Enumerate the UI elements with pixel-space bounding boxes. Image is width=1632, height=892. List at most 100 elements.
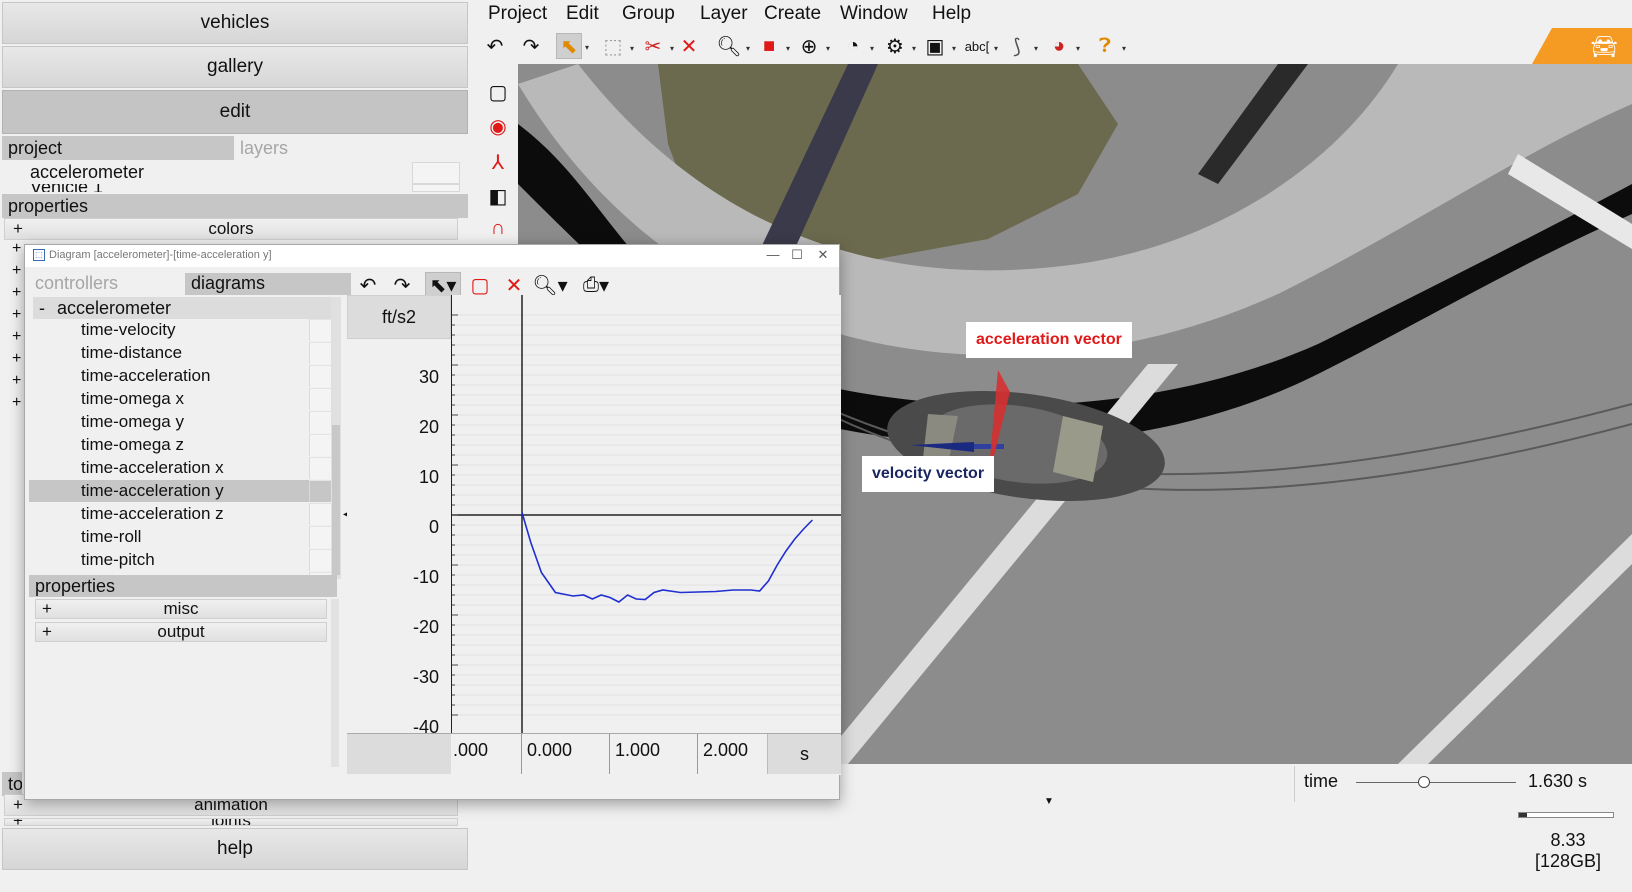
tree-item[interactable]: time-acceleration [29, 365, 331, 387]
tree-scrollbar[interactable] [331, 297, 341, 579]
select-arrow-icon[interactable]: ⬉ ▾ [556, 33, 589, 59]
colors-row[interactable]: + colors [4, 218, 458, 240]
time-slider-track[interactable] [1356, 782, 1516, 783]
maximize-icon[interactable]: ☐ [785, 247, 809, 263]
tree-item[interactable]: time-roll [29, 526, 331, 548]
help-button[interactable]: help [2, 828, 468, 870]
magnet-icon[interactable]: ∩ [484, 214, 512, 242]
tab-diagrams[interactable]: diagrams [185, 273, 351, 295]
gallery-button[interactable]: gallery [2, 46, 468, 88]
app-window-icon: ⬚ [33, 249, 45, 261]
expand-plus[interactable]: + [12, 328, 21, 346]
tree-item-cell[interactable] [309, 526, 331, 548]
diagram-titlebar[interactable]: ⬚ Diagram [accelerometer]-[time-accelera… [25, 245, 839, 267]
axes-icon[interactable]: ⅄ [484, 148, 512, 176]
tree-item[interactable]: time-distance [29, 342, 331, 364]
project-item-toggle[interactable] [412, 162, 460, 184]
cube-icon[interactable]: ■ ▾ [756, 33, 790, 59]
tree-item[interactable]: time-pitch [29, 549, 331, 571]
expand-plus[interactable]: + [12, 306, 21, 324]
tab-layers[interactable]: layers [234, 136, 288, 160]
menu-create[interactable]: Create [764, 3, 821, 25]
project-item-vehicle[interactable]: Vehicle 1 [30, 184, 103, 192]
vehicles-button[interactable]: vehicles [2, 2, 468, 44]
expand-plus[interactable]: + [12, 394, 21, 412]
tree-item[interactable]: time-acceleration z [29, 503, 331, 525]
split-view-icon[interactable]: ◧ [484, 182, 512, 210]
gauge-icon[interactable]: ◔ ▾ [840, 33, 874, 59]
plot-area[interactable] [451, 295, 841, 733]
target-icon[interactable]: ◉ [484, 112, 512, 140]
diagram-title: Diagram [accelerometer]-[time-accelerati… [49, 249, 272, 261]
rectangle-select-icon[interactable]: ⬚ ▾ [600, 33, 634, 59]
expand-plus[interactable]: + [12, 350, 21, 368]
tree-item[interactable]: time-omega x [29, 388, 331, 410]
output-row[interactable]: + output [35, 622, 327, 642]
tree-root[interactable]: - accelerometer [33, 297, 331, 319]
diagram-tabs: controllers diagrams [29, 273, 351, 295]
y-tick-label: 20 [418, 417, 439, 437]
properties-scrollbar[interactable] [331, 599, 339, 767]
panel-icon[interactable]: ▣ ▾ [922, 33, 956, 59]
menu-project[interactable]: Project [488, 3, 547, 25]
delete-icon[interactable]: ✕ [676, 33, 702, 59]
tab-project[interactable]: project [2, 136, 234, 160]
zoom-icon[interactable]: 🔍︎ ▾ [716, 33, 750, 59]
divider [1294, 766, 1295, 802]
menu-group[interactable]: Group [622, 3, 675, 25]
redo-icon[interactable]: ↷ [518, 33, 544, 59]
expand-plus[interactable]: + [12, 284, 21, 302]
tree-scroll-thumb[interactable] [332, 425, 340, 575]
tree-item-cell[interactable] [309, 434, 331, 456]
tree-item-selected[interactable]: time-acceleration y [29, 480, 331, 502]
tree-item[interactable]: time-omega z [29, 434, 331, 456]
tree-item-cell[interactable] [309, 457, 331, 479]
joints-row[interactable]: +joints [4, 818, 458, 826]
text-tool-icon[interactable]: abc[▾ [964, 33, 998, 59]
tree-item-cell[interactable] [309, 388, 331, 410]
project-layers-tabs: project layers [2, 136, 468, 160]
path-icon[interactable]: ⟆ ▾ [1004, 33, 1038, 59]
tab-controllers[interactable]: controllers [29, 273, 185, 295]
text-tool-label: abc [964, 38, 986, 54]
memory-total: [128GB] [1534, 851, 1602, 871]
dropdown-arrow-icon[interactable]: ▼ [1044, 796, 1054, 807]
edit-button[interactable]: edit [2, 90, 468, 134]
time-label: time [1304, 771, 1339, 791]
close-icon[interactable]: ✕ [811, 247, 835, 263]
tree-item-label: time-acceleration z [81, 504, 224, 523]
collapse-icon[interactable]: - [39, 298, 45, 318]
tree-item[interactable]: time-omega y [29, 411, 331, 433]
tree-item-cell[interactable] [309, 319, 331, 341]
project-item-toggle[interactable] [412, 184, 460, 192]
camera-view-icon[interactable]: ▢ [484, 78, 512, 106]
time-slider-handle[interactable] [1418, 776, 1430, 788]
tree-item-cell[interactable] [309, 480, 331, 502]
menu-help[interactable]: Help [932, 3, 971, 25]
tree-item-cell[interactable] [309, 549, 331, 571]
cut-icon[interactable]: ✂ ▾ [640, 33, 674, 59]
question-icon[interactable]: ❓︎ ▾ [1092, 33, 1126, 59]
y-tick-label: 30 [418, 367, 439, 387]
tree-item[interactable]: time-acceleration x [29, 457, 331, 479]
move-icon[interactable]: ⊕ ▾ [796, 33, 830, 59]
undo-icon[interactable]: ↶ [482, 33, 508, 59]
menu-layer[interactable]: Layer [700, 3, 748, 25]
tree-item[interactable]: time-velocity [29, 319, 331, 341]
tree-item-cell[interactable] [309, 503, 331, 525]
minimize-icon[interactable]: — [761, 247, 785, 262]
menu-window[interactable]: Window [840, 3, 908, 25]
acceleration-vector-label: acceleration vector [966, 322, 1132, 358]
tree-item-cell[interactable] [309, 342, 331, 364]
misc-row[interactable]: + misc [35, 599, 327, 619]
expand-plus[interactable]: + [12, 240, 21, 258]
expand-plus[interactable]: + [12, 262, 21, 280]
tree-item-cell[interactable] [309, 411, 331, 433]
speedometer-icon[interactable]: ◕ ▾ [1046, 33, 1080, 59]
menu-edit[interactable]: Edit [566, 3, 599, 25]
project-item-accelerometer[interactable]: accelerometer [30, 162, 144, 183]
gears-icon[interactable]: ⚙ ▾ [882, 33, 916, 59]
expand-plus[interactable]: + [12, 372, 21, 390]
tree-item-cell[interactable] [309, 365, 331, 387]
y-tick-label: -20 [412, 617, 439, 637]
